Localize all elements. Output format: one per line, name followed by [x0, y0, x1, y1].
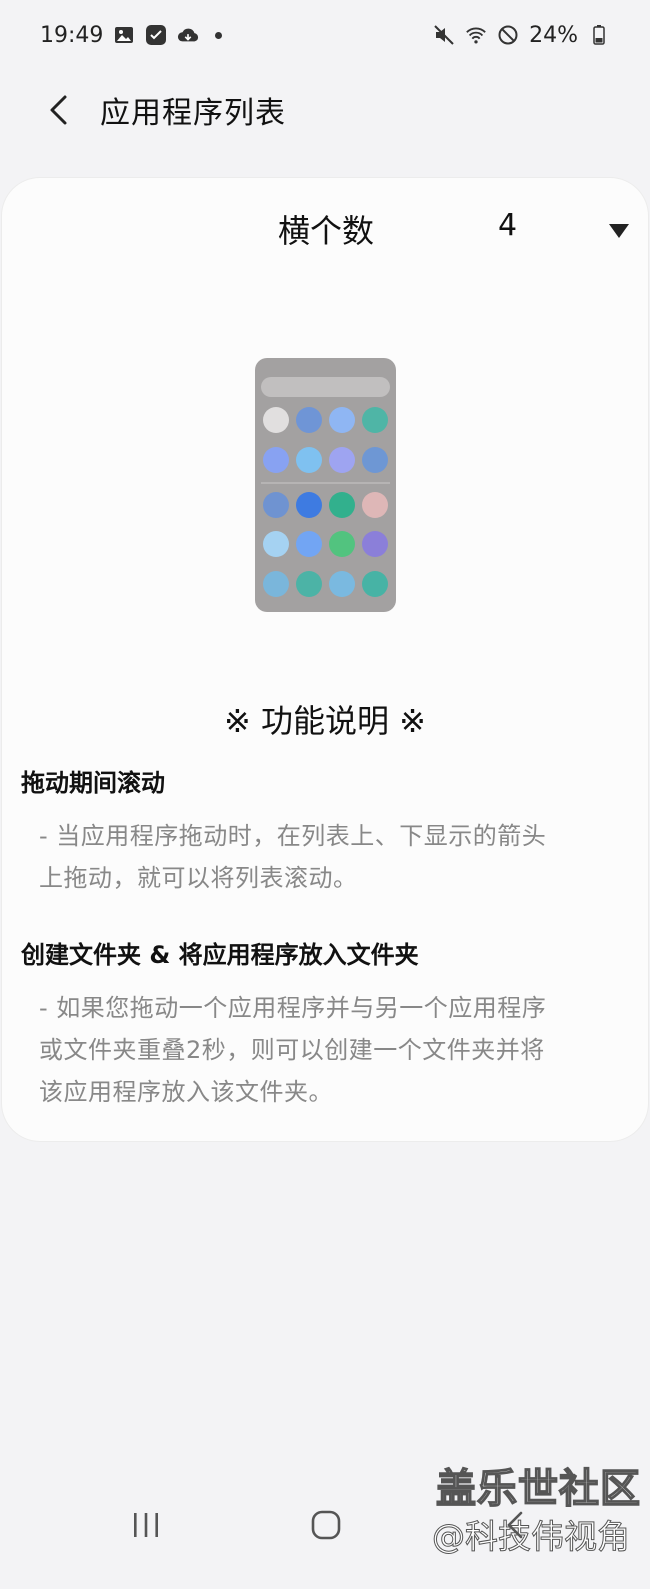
- body-line: - 当应用程序拖动时，在列表上、下显示的箭头: [39, 822, 547, 850]
- column-count-label: 横个数: [278, 212, 375, 250]
- page-title: 应用程序列表: [100, 96, 286, 131]
- gallery-icon: [113, 24, 135, 46]
- app-icon-placeholder: [362, 492, 388, 518]
- app-icon-placeholder: [329, 571, 355, 597]
- app-icon-placeholder: [362, 571, 388, 597]
- status-bar: 19:49 24%: [40, 18, 610, 52]
- battery-percent: 24%: [529, 22, 578, 48]
- app-icon-placeholder: [362, 447, 388, 473]
- section-body-create-folder: - 如果您拖动一个应用程序并与另一个应用程序 或文件夹重叠2秒，则可以创建一个文…: [39, 987, 619, 1113]
- app-icon-placeholder: [329, 531, 355, 557]
- app-icon-placeholder: [362, 407, 388, 433]
- phone-search-bar: [261, 377, 390, 397]
- app-icon-placeholder: [263, 571, 289, 597]
- status-right: 24%: [433, 23, 610, 48]
- section-title-create-folder: 创建文件夹 & 将应用程序放入文件夹: [21, 941, 419, 969]
- app-icon-placeholder: [296, 492, 322, 518]
- status-left: 19:49: [40, 22, 223, 48]
- notification-dot: [215, 31, 223, 39]
- app-icon-placeholder: [263, 447, 289, 473]
- back-arrow-icon: [50, 95, 67, 125]
- home-button[interactable]: [301, 1500, 351, 1550]
- app-icon-placeholder: [296, 447, 322, 473]
- status-time: 19:49: [40, 22, 104, 48]
- back-nav-button[interactable]: [491, 1500, 541, 1550]
- navigation-bar: [0, 1500, 650, 1560]
- battery-icon: [588, 24, 610, 46]
- app-icon-placeholder: [296, 531, 322, 557]
- back-nav-icon: [507, 1511, 523, 1539]
- cloud-sync-icon: [177, 24, 199, 46]
- do-not-disturb-icon: [497, 24, 519, 46]
- app-icon-placeholder: [329, 407, 355, 433]
- function-description-title: ※ 功能说明 ※: [224, 702, 426, 740]
- app-icon-placeholder: [263, 531, 289, 557]
- body-line: 或文件夹重叠2秒，则可以创建一个文件夹并将: [39, 1036, 545, 1064]
- check-app-icon: [145, 24, 167, 46]
- app-icon-placeholder: [329, 447, 355, 473]
- body-line: 上拖动，就可以将列表滚动。: [39, 864, 358, 892]
- app-icon-placeholder: [329, 492, 355, 518]
- column-count-value[interactable]: 4: [498, 208, 517, 243]
- recent-apps-icon: [134, 1513, 158, 1537]
- phone-preview-illustration: [255, 358, 396, 612]
- phone-divider: [261, 482, 390, 484]
- app-header: 应用程序列表: [0, 80, 650, 140]
- section-body-drag-scroll: - 当应用程序拖动时，在列表上、下显示的箭头 上拖动，就可以将列表滚动。: [39, 815, 619, 899]
- app-icon-placeholder: [362, 531, 388, 557]
- body-line: - 如果您拖动一个应用程序并与另一个应用程序: [39, 994, 547, 1022]
- app-icon-placeholder: [263, 492, 289, 518]
- body-line: 该应用程序放入该文件夹。: [39, 1078, 333, 1106]
- mute-icon: [433, 24, 455, 46]
- app-icon-placeholder: [263, 407, 289, 433]
- app-icon-placeholder: [296, 407, 322, 433]
- back-button[interactable]: [28, 80, 88, 140]
- column-count-selector[interactable]: 横个数 4: [2, 198, 648, 258]
- home-icon: [311, 1510, 341, 1540]
- wifi-icon: [465, 24, 487, 46]
- settings-card: 横个数 4 ※ 功能说明 ※ 拖动期间滚动 - 当应用程序拖动时，在列表上、下显…: [2, 178, 648, 1141]
- recent-apps-button[interactable]: [121, 1500, 171, 1550]
- section-title-drag-scroll: 拖动期间滚动: [21, 769, 165, 797]
- app-icon-placeholder: [296, 571, 322, 597]
- dropdown-arrow-icon[interactable]: [607, 222, 631, 240]
